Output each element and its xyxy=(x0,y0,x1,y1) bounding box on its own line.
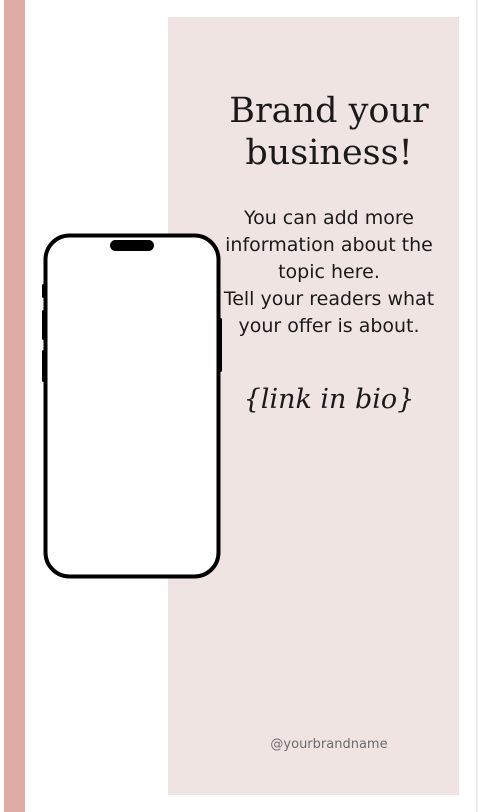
smartphone-mockup-icon xyxy=(42,233,222,579)
accent-stripe xyxy=(4,0,25,812)
link-in-bio: {link in bio} xyxy=(243,384,415,415)
description-line-2: Tell your readers what your offer is abo… xyxy=(223,288,435,337)
headline-line-1: Brand your xyxy=(229,91,429,131)
description-text: You can add more information about the t… xyxy=(210,205,448,340)
description-line-1: You can add more information about the t… xyxy=(225,207,433,283)
story-canvas: Brand your business! You can add more in… xyxy=(0,0,478,812)
headline: Brand your business! xyxy=(200,90,458,174)
brand-handle: @yourbrandname xyxy=(270,737,388,752)
headline-line-2: business! xyxy=(245,133,413,173)
